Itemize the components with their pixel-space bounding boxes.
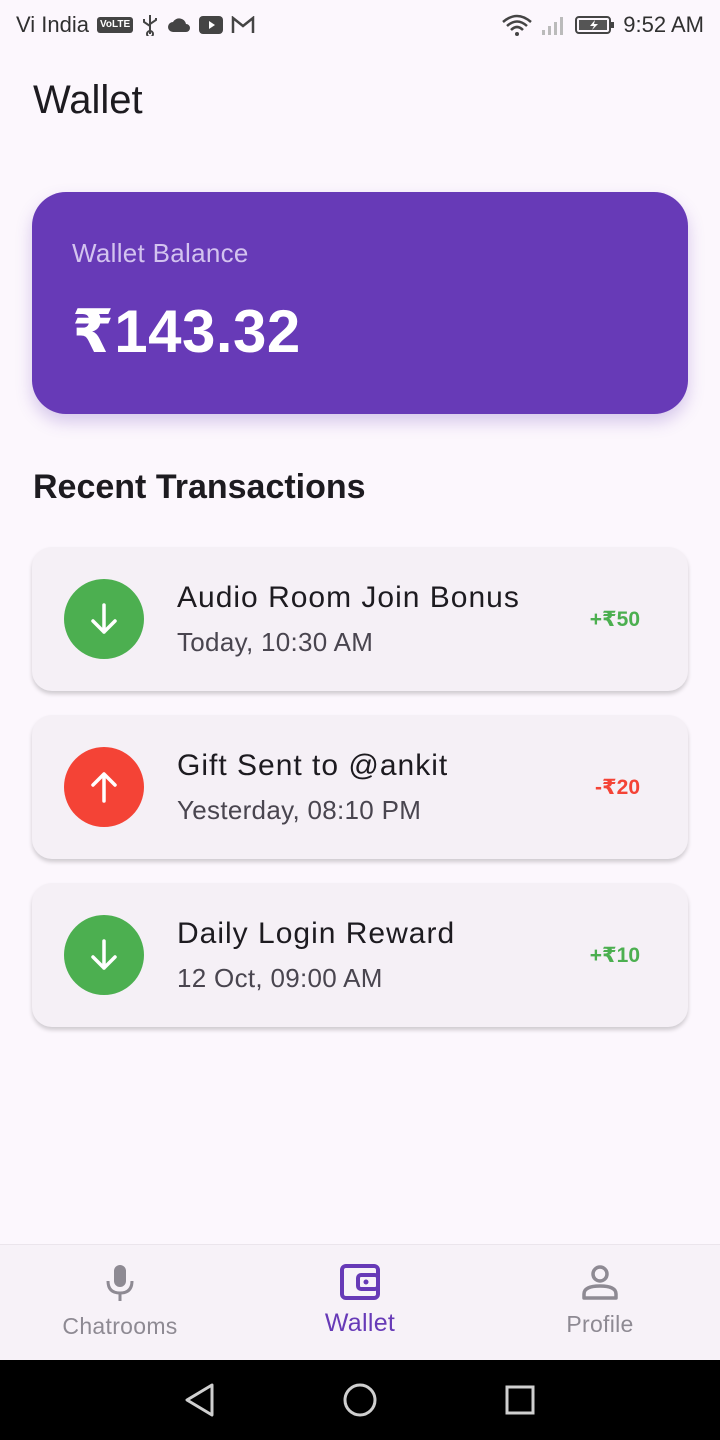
transaction-title: Gift Sent to @ankit xyxy=(177,748,449,782)
microphone-icon xyxy=(106,1265,134,1301)
gmail-icon xyxy=(231,16,255,34)
back-icon[interactable] xyxy=(182,1382,218,1418)
arrow-up-icon xyxy=(91,772,117,803)
wallet-icon xyxy=(340,1264,380,1300)
credit-icon-circle xyxy=(64,579,144,659)
status-bar-right: 9:52 AM xyxy=(501,12,704,38)
system-navigation-bar xyxy=(0,1360,720,1440)
transaction-time: Today, 10:30 AM xyxy=(177,626,374,657)
nav-item-chatrooms[interactable]: Chatrooms xyxy=(0,1245,240,1360)
recent-transactions-title: Recent Transactions xyxy=(33,468,366,506)
transaction-amount: -₹20 xyxy=(595,775,640,799)
carrier-name: Vi India xyxy=(16,12,89,37)
usb-icon xyxy=(141,14,159,36)
battery-charging-icon xyxy=(575,15,615,35)
balance-label: Wallet Balance xyxy=(72,238,249,268)
arrow-down-icon xyxy=(91,939,117,970)
youtube-icon xyxy=(199,16,224,34)
signal-icon xyxy=(541,14,567,36)
arrow-down-icon xyxy=(91,603,117,634)
transaction-time: 12 Oct, 09:00 AM xyxy=(177,962,383,993)
debit-icon-circle xyxy=(64,747,144,827)
credit-icon-circle xyxy=(64,915,144,995)
wallet-balance-card: Wallet Balance ₹143.32 xyxy=(32,192,688,414)
home-icon[interactable] xyxy=(342,1382,378,1418)
nav-item-profile[interactable]: Profile xyxy=(480,1245,720,1360)
transaction-list: Audio Room Join Bonus Today, 10:30 AM +₹… xyxy=(32,547,688,1051)
transaction-text: Gift Sent to @ankit Yesterday, 08:10 PM xyxy=(177,749,595,826)
person-icon xyxy=(582,1265,618,1300)
volte-badge: VoLTE xyxy=(96,17,134,33)
status-bar-left: Vi India VoLTE xyxy=(16,12,255,38)
transaction-title: Audio Room Join Bonus xyxy=(177,580,520,614)
status-time: 9:52 AM xyxy=(623,12,704,37)
transaction-amount: +₹50 xyxy=(589,607,640,631)
wifi-icon xyxy=(501,14,533,36)
transaction-title: Daily Login Reward xyxy=(177,916,456,950)
status-bar: Vi India VoLTE 9:52 AM xyxy=(0,0,720,50)
transaction-item[interactable]: Audio Room Join Bonus Today, 10:30 AM +₹… xyxy=(32,547,688,691)
nav-label-chatrooms: Chatrooms xyxy=(62,1313,178,1339)
nav-label-wallet: Wallet xyxy=(324,1309,396,1337)
transaction-time: Yesterday, 08:10 PM xyxy=(177,794,422,825)
balance-amount: ₹143.32 xyxy=(72,298,301,365)
transaction-item[interactable]: Gift Sent to @ankit Yesterday, 08:10 PM … xyxy=(32,715,688,859)
transaction-text: Daily Login Reward 12 Oct, 09:00 AM xyxy=(177,917,590,994)
transaction-amount: +₹10 xyxy=(589,943,640,967)
page-title: Wallet xyxy=(33,78,143,122)
cloud-icon xyxy=(167,17,191,33)
recents-icon[interactable] xyxy=(502,1382,538,1418)
bottom-navigation: Chatrooms Wallet Profile xyxy=(0,1244,720,1360)
nav-item-wallet[interactable]: Wallet xyxy=(240,1245,480,1360)
transaction-item[interactable]: Daily Login Reward 12 Oct, 09:00 AM +₹10 xyxy=(32,883,688,1027)
nav-label-profile: Profile xyxy=(566,1311,634,1337)
transaction-text: Audio Room Join Bonus Today, 10:30 AM xyxy=(177,581,590,658)
